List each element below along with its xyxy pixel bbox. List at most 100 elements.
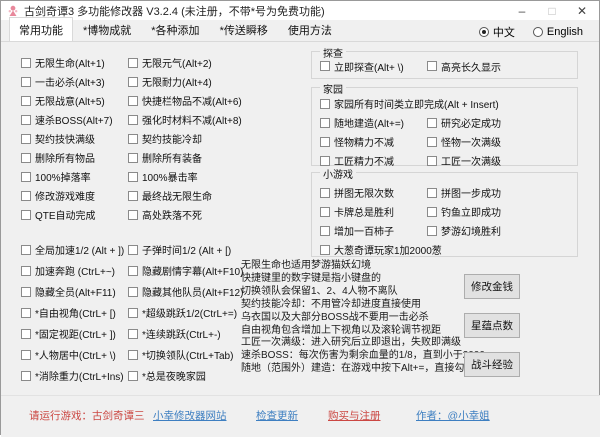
action-button-0[interactable]: 修改金钱 — [464, 274, 520, 299]
checkbox-icon[interactable] — [427, 61, 437, 71]
cheat-top-checkbox-12[interactable]: 100%掉落率 — [21, 167, 128, 186]
checkbox-icon[interactable] — [128, 350, 138, 360]
checkbox-icon[interactable] — [21, 245, 31, 255]
maximize-icon[interactable]: □ — [537, 1, 567, 20]
cheat-top-checkbox-4[interactable]: 无限战意(Alt+5) — [21, 91, 128, 110]
checkbox-icon[interactable] — [21, 210, 31, 220]
radio-english[interactable]: English — [533, 26, 583, 38]
explore-checkbox-0[interactable]: 立即探查(Alt+ \) — [320, 58, 427, 74]
minigame-checkbox-5[interactable]: 梦游幻境胜利 — [427, 221, 577, 240]
cheat-top-checkbox-3[interactable]: 无限耐力(Alt+4) — [128, 72, 242, 91]
tab-4[interactable]: 使用方法 — [278, 17, 342, 41]
checkbox-icon[interactable] — [21, 172, 31, 182]
checkbox-icon[interactable] — [320, 118, 330, 128]
checkbox-icon[interactable] — [21, 350, 31, 360]
checkbox-icon[interactable] — [21, 96, 31, 106]
close-icon[interactable]: ✕ — [567, 1, 597, 20]
checkbox-icon[interactable] — [21, 153, 31, 163]
checkbox-icon[interactable] — [128, 308, 138, 318]
checkbox-icon[interactable] — [128, 266, 138, 276]
checkbox-icon[interactable] — [21, 115, 31, 125]
action-button-1[interactable]: 星蕴点数 — [464, 313, 520, 338]
cheat-bottom-checkbox-1[interactable]: 子弹时间1/2 (Alt + [) — [128, 239, 243, 260]
home-checkbox-4[interactable]: 怪物一次满级 — [427, 132, 577, 151]
checkbox-icon[interactable] — [128, 96, 138, 106]
checkbox-icon[interactable] — [128, 287, 138, 297]
checkbox-icon[interactable] — [427, 226, 437, 236]
cheat-top-checkbox-10[interactable]: 删除所有物品 — [21, 148, 128, 167]
minigame-checkbox-3[interactable]: 钓鱼立即成功 — [427, 202, 577, 221]
action-button-2[interactable]: 战斗经验 — [464, 352, 520, 377]
checkbox-icon[interactable] — [427, 207, 437, 217]
checkbox-icon[interactable] — [21, 58, 31, 68]
minigame-checkbox-6[interactable]: 大葱奇谭玩家1加2000葱 — [320, 240, 577, 259]
checkbox-icon[interactable] — [21, 329, 31, 339]
footer-link-3[interactable]: 作者：@小幸姐 — [416, 408, 490, 423]
minigame-checkbox-1[interactable]: 拼图一步成功 — [427, 183, 577, 202]
checkbox-icon[interactable] — [21, 308, 31, 318]
cheat-top-checkbox-14[interactable]: 修改游戏难度 — [21, 186, 128, 205]
tab-1[interactable]: *博物成就 — [73, 17, 141, 41]
cheat-top-checkbox-0[interactable]: 无限生命(Alt+1) — [21, 53, 128, 72]
cheat-bottom-checkbox-9[interactable]: *连续跳跃(CtrL+-) — [128, 323, 243, 344]
cheat-top-checkbox-11[interactable]: 删除所有装备 — [128, 148, 242, 167]
checkbox-icon[interactable] — [320, 245, 330, 255]
checkbox-icon[interactable] — [128, 134, 138, 144]
cheat-top-checkbox-16[interactable]: QTE自动完成 — [21, 205, 128, 224]
checkbox-icon[interactable] — [128, 371, 138, 381]
cheat-top-checkbox-7[interactable]: 强化时材料不减(Alt+8) — [128, 110, 242, 129]
cheat-bottom-checkbox-10[interactable]: *人物居中(CtrL+ \) — [21, 344, 128, 365]
home-checkbox-1[interactable]: 随地建造(Alt+=) — [320, 113, 427, 132]
checkbox-icon[interactable] — [427, 118, 437, 128]
checkbox-icon[interactable] — [320, 137, 330, 147]
cheat-bottom-checkbox-5[interactable]: 隐藏其他队员(Alt+F12) — [128, 281, 243, 302]
cheat-top-checkbox-9[interactable]: 契约技能冷却 — [128, 129, 242, 148]
checkbox-icon[interactable] — [21, 371, 31, 381]
cheat-bottom-checkbox-3[interactable]: 隐藏剧情字幕(Alt+F10) — [128, 260, 243, 281]
tab-0[interactable]: 常用功能 — [9, 17, 73, 41]
cheat-bottom-checkbox-7[interactable]: *超级跳跃1/2(CtrL+=) — [128, 302, 243, 323]
cheat-bottom-checkbox-11[interactable]: *切换领队(CtrL+Tab) — [128, 344, 243, 365]
cheat-bottom-checkbox-6[interactable]: *自由视角(CtrL+ [) — [21, 302, 128, 323]
radio-chinese[interactable]: 中文 — [479, 24, 515, 40]
footer-link-1[interactable]: 检查更新 — [256, 408, 298, 423]
home-checkbox-2[interactable]: 研究必定成功 — [427, 113, 577, 132]
checkbox-icon[interactable] — [128, 210, 138, 220]
checkbox-icon[interactable] — [427, 188, 437, 198]
tab-2[interactable]: *各种添加 — [141, 17, 209, 41]
minigame-checkbox-4[interactable]: 增加一百柿子 — [320, 221, 427, 240]
checkbox-icon[interactable] — [128, 153, 138, 163]
checkbox-icon[interactable] — [320, 207, 330, 217]
minimize-icon[interactable]: – — [507, 1, 537, 20]
home-checkbox-3[interactable]: 怪物精力不减 — [320, 132, 427, 151]
cheat-top-checkbox-1[interactable]: 无限元气(Alt+2) — [128, 53, 242, 72]
checkbox-icon[interactable] — [128, 77, 138, 87]
checkbox-icon[interactable] — [128, 115, 138, 125]
checkbox-icon[interactable] — [320, 188, 330, 198]
footer-link-2[interactable]: 购买与注册 — [328, 408, 381, 423]
cheat-bottom-checkbox-8[interactable]: *固定视距(CtrL+ ]) — [21, 323, 128, 344]
cheat-top-checkbox-8[interactable]: 契约技快满级 — [21, 129, 128, 148]
cheat-bottom-checkbox-4[interactable]: 隐藏全员(Alt+F11) — [21, 281, 128, 302]
checkbox-icon[interactable] — [21, 266, 31, 276]
checkbox-icon[interactable] — [320, 226, 330, 236]
cheat-top-checkbox-6[interactable]: 速杀BOSS(Alt+7) — [21, 110, 128, 129]
checkbox-icon[interactable] — [128, 172, 138, 182]
cheat-top-checkbox-5[interactable]: 快捷栏物品不减(Alt+6) — [128, 91, 242, 110]
cheat-top-checkbox-2[interactable]: 一击必杀(Alt+3) — [21, 72, 128, 91]
checkbox-icon[interactable] — [128, 245, 138, 255]
cheat-top-checkbox-17[interactable]: 高处跌落不死 — [128, 205, 242, 224]
minigame-checkbox-0[interactable]: 拼图无限次数 — [320, 183, 427, 202]
checkbox-icon[interactable] — [128, 191, 138, 201]
checkbox-icon[interactable] — [21, 77, 31, 87]
home-checkbox-6[interactable]: 工匠一次满级 — [427, 151, 577, 170]
cheat-bottom-checkbox-12[interactable]: *消除重力(CtrL+Ins) — [21, 365, 128, 386]
home-checkbox-0[interactable]: 家园所有时间类立即完成(Alt + Insert) — [320, 94, 577, 113]
checkbox-icon[interactable] — [128, 329, 138, 339]
cheat-bottom-checkbox-0[interactable]: 全局加速1/2 (Alt + ]) — [21, 239, 128, 260]
cheat-top-checkbox-13[interactable]: 100%暴击率 — [128, 167, 242, 186]
explore-checkbox-1[interactable]: 高亮长久显示 — [427, 58, 577, 74]
cheat-bottom-checkbox-2[interactable]: 加速奔跑 (CtrL+~) — [21, 260, 128, 281]
cheat-top-checkbox-15[interactable]: 最终战无限生命 — [128, 186, 242, 205]
checkbox-icon[interactable] — [128, 58, 138, 68]
